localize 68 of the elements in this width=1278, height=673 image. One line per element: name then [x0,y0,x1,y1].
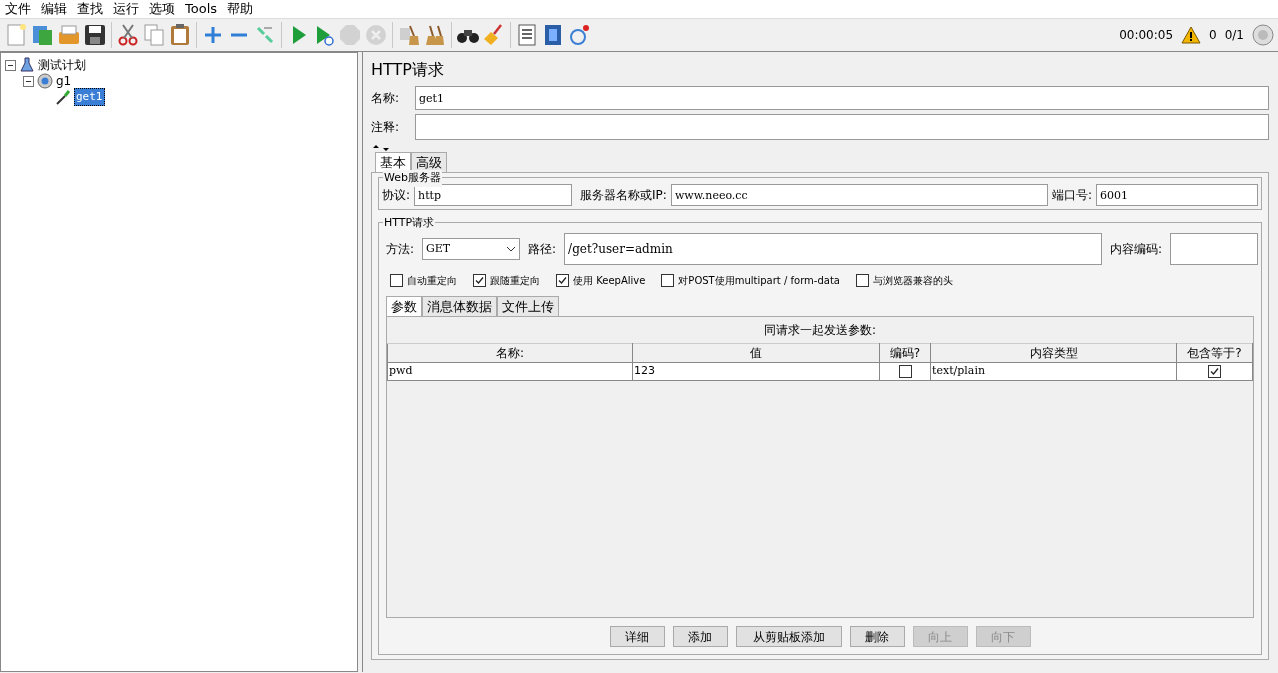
table-caption: 同请求一起发送参数: [762,322,877,339]
path-field[interactable]: /get?user=admin [564,233,1102,265]
tab[interactable]: 文件上传 [497,296,559,316]
menu-item[interactable]: 运行 [108,0,144,18]
field-label: 方法: [386,241,415,258]
field-label: 名称: [371,90,401,107]
timer-text: 00:00:05 [1119,27,1174,44]
menu-item[interactable]: 文件 [0,0,36,18]
save-icon[interactable] [82,22,108,48]
tab[interactable]: 消息体数据 [422,296,497,316]
menu-item[interactable]: 编辑 [36,0,72,18]
field-label: 注释: [371,119,401,136]
tab[interactable]: 参数 [386,296,422,316]
checkbox-label: 对POST使用multipart / form-data [678,274,840,288]
checkbox-label: 自动重定向 [407,274,457,288]
status-icon[interactable] [1252,24,1274,46]
chevron-icon [506,246,517,252]
checkbox[interactable] [855,274,869,287]
field-label: 内容编码: [1109,241,1162,258]
tree-item[interactable]: g1 [56,72,72,90]
checkbox[interactable] [473,274,486,287]
column-header[interactable]: 包含等于? [1176,343,1253,363]
checkbox[interactable] [1208,364,1221,378]
tree-item[interactable]: get1 [74,87,105,107]
column-header[interactable]: 值 [632,343,880,363]
action-button[interactable]: 从剪贴板添加 [735,626,842,647]
method-dropdown[interactable]: GET [422,238,521,260]
dropper-icon [55,89,71,105]
menu-item[interactable]: Tools [180,0,223,18]
collapse-icon[interactable] [23,75,34,87]
checkbox[interactable] [661,274,675,287]
field-label: 协议: [382,187,411,204]
column-header[interactable]: 内容类型 [930,343,1177,363]
checkbox-label: 与浏览器兼容的头 [872,274,953,288]
encoding-field[interactable] [1170,233,1258,265]
checkbox[interactable] [898,364,912,378]
collapse-arrows-icon[interactable] [371,144,391,152]
tab[interactable]: 基本 [375,152,411,172]
menu-item[interactable]: 选项 [144,0,180,18]
column-header[interactable]: 名称: [387,343,633,363]
tree-item[interactable]: 测试计划 [38,56,86,74]
server-field[interactable]: www.neeo.cc [670,184,1048,206]
menu-item[interactable]: 查找 [72,0,108,18]
field-label: 端口号: [1051,187,1092,204]
action-button[interactable]: 详细 [609,626,665,647]
port-field[interactable]: 6001 [1096,184,1258,206]
checkbox-label: 跟随重定向 [490,274,540,288]
warning-count: 0 [1209,27,1217,44]
panel-title: HTTP请求 [371,59,445,81]
tab[interactable]: 高级 [411,152,447,172]
comment-field[interactable] [415,114,1269,140]
gear-icon [37,73,53,89]
field-label: 路径: [528,241,557,258]
checkbox-label: 使用 KeepAlive [573,274,646,288]
flask-icon [19,57,35,73]
field-label: 服务器名称或IP: [580,187,667,204]
action-button[interactable]: 删除 [849,626,905,647]
column-header[interactable]: 编码? [879,343,931,363]
menu-item[interactable]: 帮助 [222,0,259,18]
warning-icon[interactable] [1181,26,1202,44]
thread-count: 0/1 [1224,27,1244,44]
collapse-icon[interactable] [5,59,16,71]
checkbox[interactable] [390,274,403,287]
checkbox[interactable] [556,274,569,287]
protocol-field[interactable]: http [414,184,573,206]
name-field[interactable]: get1 [415,86,1269,110]
group-legend: Web服务器 [383,170,442,187]
action-button[interactable]: 添加 [672,626,728,647]
